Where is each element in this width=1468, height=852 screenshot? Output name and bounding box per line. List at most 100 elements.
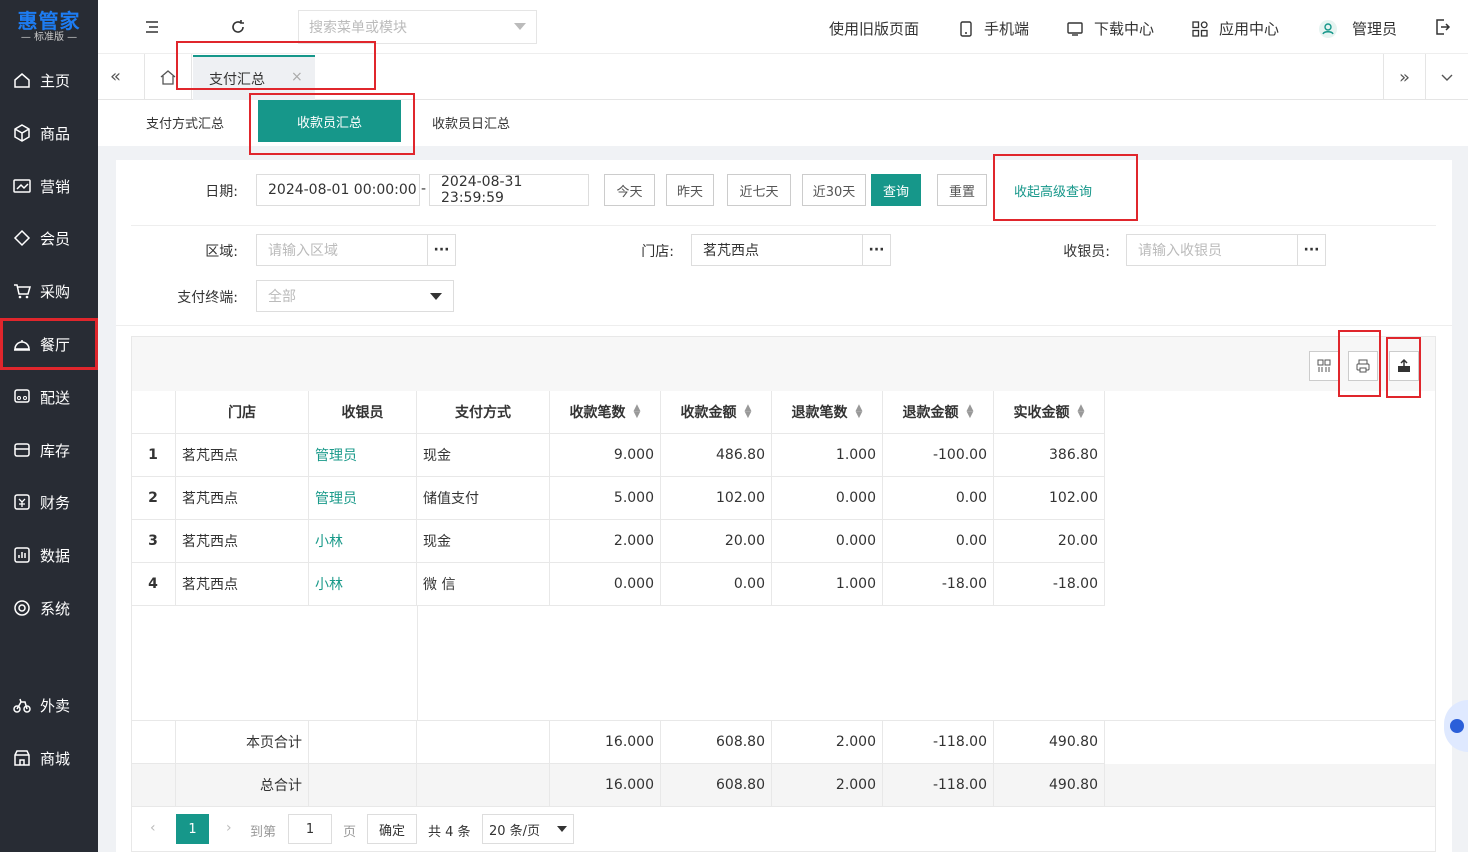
- sidebar-item-settings[interactable]: 系统: [0, 582, 98, 634]
- query-button[interactable]: 查询: [871, 174, 921, 206]
- scroll-right-icon[interactable]: »: [1383, 54, 1425, 100]
- table-cell-cashier[interactable]: 小林: [309, 520, 417, 563]
- sidebar-item-store[interactable]: 商城: [0, 732, 98, 784]
- table-cell-refund_amount: -100.00: [883, 434, 994, 477]
- subtab-cashier-daily[interactable]: 收款员日汇总: [432, 113, 510, 132]
- more-icon[interactable]: ···: [427, 235, 455, 265]
- sort-icon[interactable]: ▲ ▼: [634, 404, 641, 420]
- total-refund_count: 2.000: [772, 764, 883, 807]
- header-label: 门店: [228, 405, 256, 421]
- print-icon[interactable]: [1348, 351, 1378, 381]
- date-end-input[interactable]: 2024-08-31 23:59:59: [429, 174, 589, 206]
- chevron-down-icon: [514, 23, 526, 30]
- prev-page-icon[interactable]: ‹: [150, 820, 156, 836]
- table-header-cell[interactable]: 退款笔数 ▲ ▼: [772, 391, 883, 434]
- mobile-label: 手机端: [984, 20, 1030, 38]
- table-cell-amount: 20.00: [661, 520, 772, 563]
- sidebar-item-chart[interactable]: 营销: [0, 160, 98, 212]
- collapse-advanced-link[interactable]: 收起高级查询: [1014, 181, 1092, 200]
- table-cell-cashier[interactable]: 小林: [309, 563, 417, 606]
- table-header-cell[interactable]: 收款笔数 ▲ ▼: [550, 391, 661, 434]
- sidebar-item-diamond[interactable]: 会员: [0, 212, 98, 264]
- region-input[interactable]: 请输入区域 ···: [256, 234, 456, 266]
- table-cell-method: 现金: [417, 434, 550, 477]
- sidebar-item-label: 主页: [40, 71, 71, 90]
- page-size-select[interactable]: 20 条/页: [482, 814, 574, 844]
- reset-button[interactable]: 重置: [937, 174, 987, 206]
- sidebar-item-data[interactable]: 数据: [0, 529, 98, 581]
- table-header-cell[interactable]: 实收金额 ▲ ▼: [994, 391, 1105, 434]
- goto-confirm-button[interactable]: 确定: [367, 814, 417, 844]
- last-7-days-button[interactable]: 近七天: [727, 174, 791, 206]
- more-icon[interactable]: ···: [862, 235, 890, 265]
- sidebar-item-truck[interactable]: 配送: [0, 371, 98, 423]
- logo-text: 惠管家: [17, 9, 81, 33]
- total-cell: [131, 721, 176, 764]
- logout-icon[interactable]: [1432, 17, 1452, 37]
- sidebar-item-bike[interactable]: 外卖: [0, 679, 98, 731]
- total-refund_amount: -118.00: [883, 721, 994, 764]
- last-30-days-button[interactable]: 近30天: [802, 174, 866, 206]
- user-name: 管理员: [1352, 20, 1398, 38]
- tab-label: 支付汇总: [209, 71, 265, 88]
- sort-icon[interactable]: ▲ ▼: [745, 404, 752, 420]
- app-center-link[interactable]: 应用中心: [1191, 18, 1279, 39]
- cashier-input[interactable]: 请输入收银员 ···: [1126, 234, 1326, 266]
- table-cell-refund_amount: 0.00: [883, 477, 994, 520]
- total-cell: [309, 721, 417, 764]
- cashier-label: 收银员:: [1063, 244, 1110, 260]
- old-page-link[interactable]: 使用旧版页面: [829, 18, 919, 39]
- sidebar-item-inventory[interactable]: 库存: [0, 424, 98, 476]
- mobile-link[interactable]: 手机端: [958, 18, 1029, 39]
- table-header-cell[interactable]: 收款金额 ▲ ▼: [661, 391, 772, 434]
- sidebar-item-cloche[interactable]: 餐厅: [0, 318, 98, 370]
- scroll-left-icon[interactable]: «: [110, 66, 121, 87]
- menu-toggle-icon[interactable]: [142, 17, 162, 37]
- refresh-icon[interactable]: [228, 17, 248, 37]
- home-tab[interactable]: [144, 54, 192, 100]
- total-count: 16.000: [550, 721, 661, 764]
- sidebar-item-box[interactable]: 商品: [0, 107, 98, 159]
- table-header-cell: 支付方式: [417, 391, 550, 434]
- diamond-icon: [12, 228, 32, 248]
- inventory-icon: [12, 440, 32, 460]
- sidebar: 惠管家 — 标准版 — 主页 商品 营销 会员 采购 餐厅 配送 库存 财务 数据 系统 外卖 商城: [0, 0, 98, 852]
- download-center-link[interactable]: 下载中心: [1066, 18, 1154, 39]
- export-icon[interactable]: [1389, 351, 1419, 381]
- sort-icon[interactable]: ▲ ▼: [1078, 404, 1085, 420]
- terminal-select[interactable]: 全部: [256, 280, 454, 312]
- sidebar-item-cart[interactable]: 采购: [0, 265, 98, 317]
- more-icon[interactable]: ···: [1297, 235, 1325, 265]
- goto-page-input[interactable]: 1: [288, 814, 332, 844]
- sort-icon[interactable]: ▲ ▼: [967, 404, 974, 420]
- today-button[interactable]: 今天: [604, 174, 655, 206]
- page-unit: 页: [343, 825, 357, 840]
- data-icon: [12, 545, 32, 565]
- store-input[interactable]: 茗芃西点 ···: [691, 234, 891, 266]
- next-page-icon[interactable]: ›: [226, 820, 232, 836]
- table-cell-store: 茗芃西点: [176, 520, 309, 563]
- sidebar-item-label: 餐厅: [40, 335, 71, 354]
- table-cell-refund_amount: 0.00: [883, 520, 994, 563]
- tab-payment-summary[interactable]: 支付汇总 ×: [193, 55, 315, 100]
- cart-icon: [12, 281, 32, 301]
- table-cell-count: 2.000: [550, 520, 661, 563]
- sidebar-item-finance[interactable]: 财务: [0, 476, 98, 528]
- sidebar-item-label: 外卖: [40, 696, 71, 715]
- table-cell-cashier[interactable]: 管理员: [309, 477, 417, 520]
- close-icon[interactable]: ×: [291, 69, 303, 85]
- table-header-cell[interactable]: 退款金额 ▲ ▼: [883, 391, 994, 434]
- yesterday-button[interactable]: 昨天: [666, 174, 714, 206]
- top-bar: 搜索菜单或模块 使用旧版页面 手机端 下载中心 应用中心 管理员: [98, 0, 1468, 54]
- user-menu[interactable]: 管理员: [1318, 18, 1397, 39]
- sidebar-item-home[interactable]: 主页: [0, 54, 98, 106]
- date-start-input[interactable]: 2024-08-01 00:00:00: [256, 174, 420, 206]
- columns-icon[interactable]: [1309, 351, 1339, 381]
- menu-search-input[interactable]: 搜索菜单或模块: [298, 10, 537, 44]
- subtab-cashier-summary[interactable]: 收款员汇总: [258, 100, 401, 142]
- table-cell-cashier[interactable]: 管理员: [309, 434, 417, 477]
- sort-icon[interactable]: ▲ ▼: [856, 404, 863, 420]
- subtab-payment-method[interactable]: 支付方式汇总: [146, 113, 224, 132]
- page-1-button[interactable]: 1: [176, 814, 209, 844]
- tab-options-icon[interactable]: [1425, 54, 1468, 100]
